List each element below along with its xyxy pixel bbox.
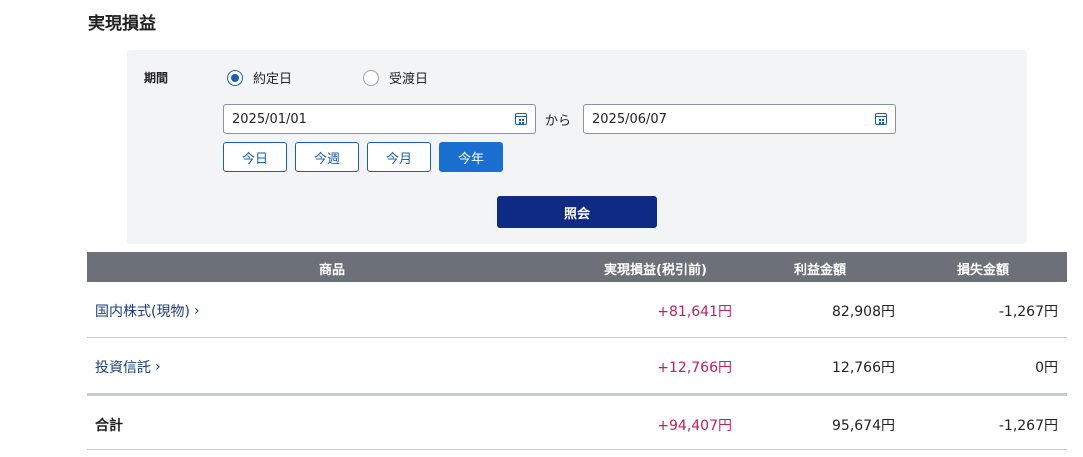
header-loss: 損失金額 (957, 263, 1010, 278)
calendar-icon[interactable] (515, 113, 527, 125)
radio-label: 約定日 (253, 72, 293, 87)
cell-loss: -1,267円 (998, 304, 1058, 320)
cell-realized-pl: +12,766円 (657, 360, 732, 376)
total-gain: 95,674円 (832, 418, 895, 434)
quick-this-week-button[interactable]: 今週 (295, 142, 359, 172)
header-realized-pl: 実現損益(税引前) (604, 263, 707, 278)
table-total-row: 合計 +94,407円 95,674円 -1,267円 (87, 394, 1067, 450)
page-title: 実現損益 (88, 14, 156, 34)
table-row: 国内株式(現物) › +81,641円 82,908円 -1,267円 (87, 282, 1067, 338)
total-realized-pl: +94,407円 (657, 418, 732, 434)
row-name: 投資信託 (95, 360, 151, 376)
radio-circle (227, 69, 243, 86)
total-loss: -1,267円 (998, 418, 1058, 434)
radio-trade-date[interactable]: 約定日 (227, 68, 292, 87)
row-link-investment-trust[interactable]: 投資信託 › (95, 357, 161, 377)
quick-this-month-button[interactable]: 今月 (367, 142, 431, 172)
period-label: 期間 (144, 71, 169, 85)
date-from-value: 2025/01/01 (232, 111, 307, 127)
date-to-input[interactable]: 2025/06/07 (583, 104, 896, 134)
radio-circle (363, 69, 379, 86)
radio-label: 受渡日 (389, 72, 429, 87)
date-from-input[interactable]: 2025/01/01 (223, 104, 536, 134)
table-row: 投資信託 › +12,766円 12,766円 0円 (87, 338, 1067, 394)
cell-loss: 0円 (1035, 360, 1058, 376)
radio-settlement-date[interactable]: 受渡日 (363, 68, 428, 87)
quick-today-button[interactable]: 今日 (223, 142, 287, 172)
date-to-value: 2025/06/07 (592, 111, 667, 127)
inquiry-submit-button[interactable]: 照会 (497, 196, 657, 228)
cell-gain: 12,766円 (832, 360, 895, 376)
row-name: 国内株式(現物) (95, 304, 190, 320)
calendar-icon[interactable] (875, 113, 887, 125)
header-gain: 利益金額 (794, 263, 847, 278)
chevron-right-icon: › (193, 303, 200, 319)
quick-this-year-button[interactable]: 今年 (439, 142, 503, 172)
range-separator: から (545, 114, 572, 129)
header-product: 商品 (319, 263, 346, 278)
table-header: 商品 実現損益(税引前) 利益金額 損失金額 (87, 252, 1067, 282)
row-link-domestic-stock[interactable]: 国内株式(現物) › (95, 301, 200, 321)
cell-realized-pl: +81,641円 (657, 304, 732, 320)
total-label: 合計 (95, 418, 123, 434)
filter-panel: 期間 約定日 受渡日 2025/01/01 から 2025/06/07 今日 今… (127, 50, 1027, 244)
cell-gain: 82,908円 (832, 304, 895, 320)
chevron-right-icon: › (155, 359, 161, 375)
realized-pl-table: 商品 実現損益(税引前) 利益金額 損失金額 国内株式(現物) › +81,64… (87, 252, 1067, 450)
